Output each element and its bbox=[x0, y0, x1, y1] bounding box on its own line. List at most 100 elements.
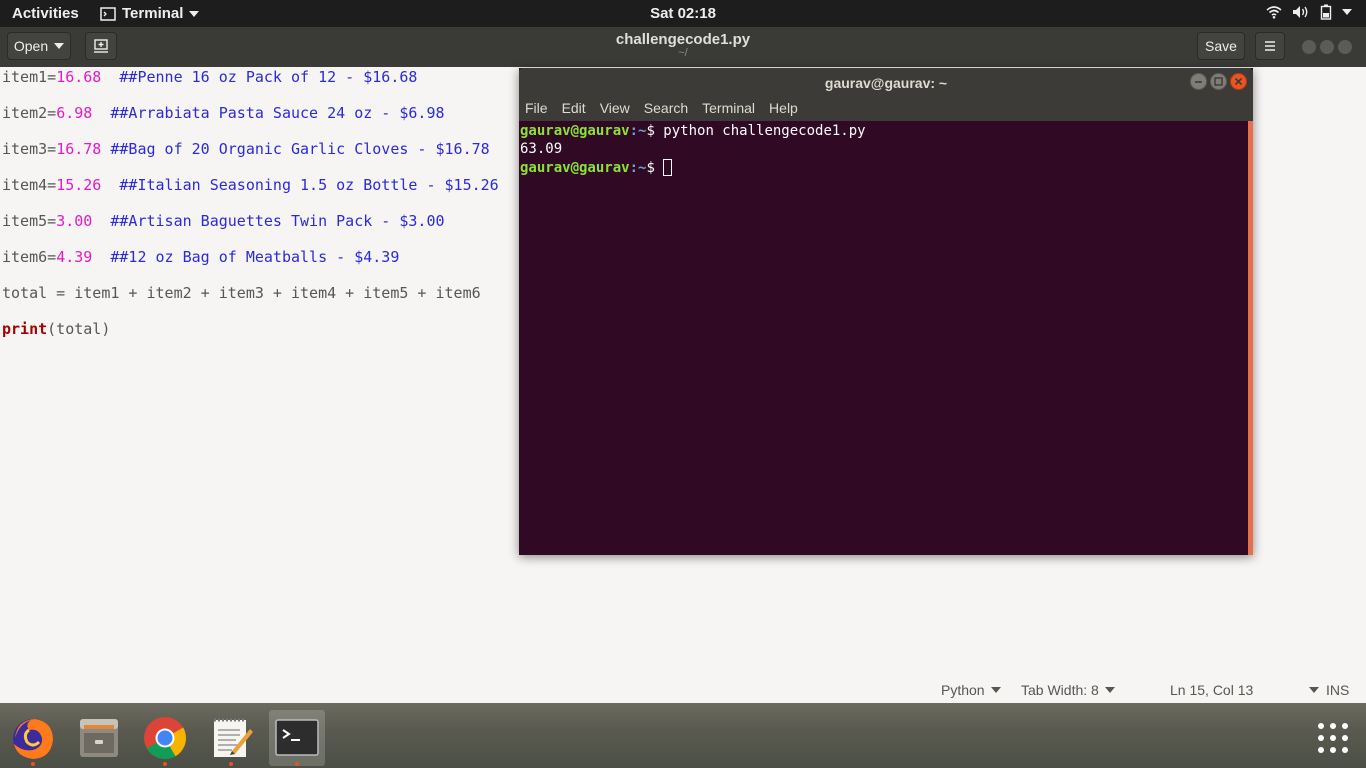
code-line-total: total = item1 + item2 + item3 + item4 + … bbox=[2, 284, 481, 302]
running-indicator bbox=[163, 762, 167, 766]
terminal-scrollbar[interactable] bbox=[1248, 121, 1253, 555]
new-document-button[interactable] bbox=[85, 32, 117, 60]
terminal-command: python challengecode1.py bbox=[663, 123, 866, 139]
terminal-minimize-button[interactable] bbox=[1190, 73, 1207, 90]
tab-width-label: Tab Width: 8 bbox=[1021, 682, 1099, 698]
document-title: challengecode1.py bbox=[615, 31, 751, 48]
top-bar: Activities Terminal Sat 02:18 bbox=[0, 0, 1366, 27]
code-number: 16.68 bbox=[56, 68, 102, 86]
running-indicator bbox=[295, 762, 299, 766]
running-indicator bbox=[31, 762, 35, 766]
hamburger-menu-button[interactable] bbox=[1255, 32, 1285, 60]
maximize-icon[interactable] bbox=[1320, 40, 1334, 54]
clock[interactable]: Sat 02:18 bbox=[650, 5, 716, 22]
document-title-block: challengecode1.py ~/ bbox=[0, 31, 1366, 59]
app-menu[interactable]: Terminal bbox=[100, 5, 200, 22]
save-button[interactable]: Save bbox=[1197, 32, 1245, 60]
terminal-icon bbox=[275, 719, 319, 756]
menu-search[interactable]: Search bbox=[644, 97, 688, 121]
dock bbox=[0, 703, 1366, 768]
show-applications-button[interactable] bbox=[1305, 710, 1361, 766]
close-icon bbox=[1234, 77, 1243, 86]
prompt-symbol: $ bbox=[646, 160, 664, 176]
terminal-title-bar[interactable]: gaurav@gaurav: ~ bbox=[519, 68, 1253, 97]
wifi-icon bbox=[1266, 6, 1282, 19]
terminal-title: gaurav@gaurav: ~ bbox=[824, 75, 948, 91]
chevron-down-icon bbox=[1309, 687, 1320, 693]
terminal-body[interactable]: gaurav@gaurav:~$ python challengecode1.p… bbox=[519, 121, 1247, 555]
prompt-symbol: $ bbox=[646, 123, 664, 139]
activities-button[interactable]: Activities bbox=[12, 5, 79, 22]
minimize-icon[interactable] bbox=[1302, 40, 1316, 54]
prompt-path: :~ bbox=[629, 160, 647, 176]
language-label: Python bbox=[941, 682, 985, 698]
code-variable: item5= bbox=[2, 212, 57, 230]
open-button[interactable]: Open bbox=[7, 32, 71, 60]
terminal-line: gaurav@gaurav:~$ bbox=[520, 159, 673, 176]
terminal-line: gaurav@gaurav:~$ python challengecode1.p… bbox=[520, 123, 866, 139]
insert-mode-label: INS bbox=[1326, 682, 1350, 698]
system-menu-chevron-icon bbox=[1342, 9, 1352, 15]
terminal-maximize-button[interactable] bbox=[1210, 73, 1227, 90]
code-line: item1=16.68 ##Penne 16 oz Pack of 12 - $… bbox=[2, 68, 417, 86]
new-document-icon bbox=[94, 39, 108, 53]
code-number: 15.26 bbox=[56, 176, 102, 194]
dock-text-editor[interactable] bbox=[203, 710, 259, 766]
show-applications-icon bbox=[1318, 723, 1348, 753]
maximize-icon bbox=[1214, 77, 1223, 86]
code-comment: ##Italian Seasoning 1.5 oz Bottle - $15.… bbox=[119, 176, 499, 194]
cursor-position-selector[interactable]: Ln 15, Col 13 bbox=[1170, 682, 1320, 698]
code-variable: item6= bbox=[2, 248, 57, 266]
tab-width-selector[interactable]: Tab Width: 8 bbox=[1021, 682, 1115, 698]
code-keyword: print bbox=[2, 320, 48, 338]
minimize-icon bbox=[1195, 81, 1202, 83]
chevron-down-icon bbox=[189, 10, 200, 17]
terminal-cursor bbox=[663, 159, 673, 176]
hamburger-menu-icon bbox=[1265, 41, 1275, 51]
code-line: item4=15.26 ##Italian Seasoning 1.5 oz B… bbox=[2, 176, 499, 194]
volume-icon bbox=[1293, 6, 1308, 18]
close-icon[interactable] bbox=[1338, 40, 1352, 54]
menu-edit[interactable]: Edit bbox=[562, 97, 586, 121]
menu-terminal[interactable]: Terminal bbox=[702, 97, 755, 121]
system-tray[interactable] bbox=[1266, 4, 1352, 20]
code-args: (total) bbox=[47, 320, 111, 338]
terminal-small-icon bbox=[100, 6, 116, 21]
terminal-output: 63.09 bbox=[520, 141, 563, 157]
code-variable: item2= bbox=[2, 104, 57, 122]
text-editor-icon bbox=[214, 718, 253, 757]
battery-icon bbox=[1320, 4, 1332, 20]
chevron-down-icon bbox=[1104, 687, 1115, 693]
menu-help[interactable]: Help bbox=[769, 97, 798, 121]
code-number: 16.78 bbox=[56, 140, 102, 158]
gedit-window-controls bbox=[1302, 40, 1352, 54]
language-selector[interactable]: Python bbox=[941, 682, 1001, 698]
code-line-print: print(total) bbox=[2, 320, 110, 338]
dock-chrome[interactable] bbox=[137, 710, 193, 766]
prompt-path: :~ bbox=[629, 123, 647, 139]
menu-file[interactable]: File bbox=[525, 97, 548, 121]
firefox-icon bbox=[13, 719, 53, 759]
dock-firefox[interactable] bbox=[5, 710, 61, 766]
terminal-window[interactable]: gaurav@gaurav: ~ File Edit View Search T… bbox=[519, 68, 1253, 555]
save-button-label: Save bbox=[1205, 38, 1237, 54]
code-variable: item1= bbox=[2, 68, 57, 86]
open-button-label: Open bbox=[13, 38, 49, 54]
document-path: ~/ bbox=[678, 47, 688, 59]
code-number: 3.00 bbox=[56, 212, 93, 230]
chrome-icon bbox=[144, 717, 187, 760]
terminal-menubar: File Edit View Search Terminal Help bbox=[519, 97, 1253, 121]
chevron-down-icon bbox=[990, 687, 1001, 693]
code-comment: ##Penne 16 oz Pack of 12 - $16.68 bbox=[119, 68, 418, 86]
dock-files[interactable] bbox=[71, 710, 127, 766]
code-line: item2=6.98 ##Arrabiata Pasta Sauce 24 oz… bbox=[2, 104, 445, 122]
dock-terminal[interactable] bbox=[269, 710, 325, 766]
insert-mode[interactable]: INS bbox=[1326, 682, 1349, 698]
menu-view[interactable]: View bbox=[600, 97, 630, 121]
terminal-close-button[interactable] bbox=[1230, 73, 1247, 90]
